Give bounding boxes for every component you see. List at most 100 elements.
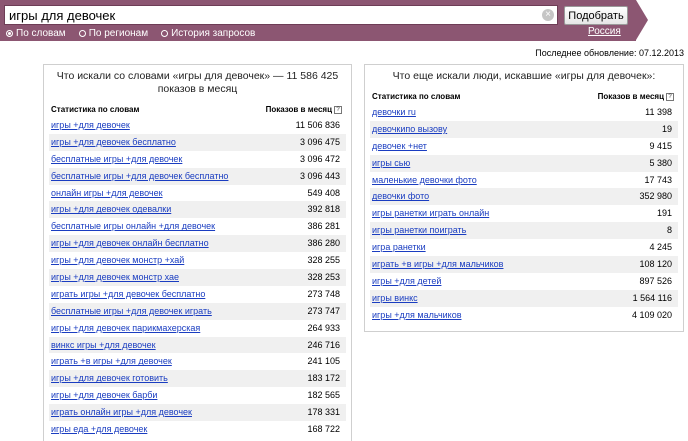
keyword-link[interactable]: девочки фото: [372, 191, 429, 201]
mode-by-regions[interactable]: По регионам: [78, 27, 149, 39]
shows-count: 386 281: [307, 221, 340, 232]
table-row: девочек +нет 9 415: [370, 138, 678, 155]
keyword-link[interactable]: винкс игры +для девочек: [51, 340, 156, 350]
table-row: маленькие девочки фото 17 743: [370, 172, 678, 189]
keyword-link[interactable]: девочкипо вызову: [372, 124, 447, 134]
keyword-link[interactable]: игры +для девочек монстр +хай: [51, 255, 184, 265]
mode-history[interactable]: История запросов: [161, 28, 255, 39]
mode-by-words[interactable]: По словам: [6, 28, 66, 39]
left-col-keyword: Статистика по словам: [51, 105, 140, 114]
shows-count: 191: [656, 208, 672, 219]
right-col-shows: Показов в месяц ?: [598, 92, 674, 101]
keyword-link[interactable]: маленькие девочки фото: [372, 175, 477, 185]
table-row: играть игры +для девочек бесплатно 273 74…: [49, 286, 346, 303]
table-row: игры сью 5 380: [370, 154, 678, 172]
table-row: игры ранетки играть онлайн 191: [370, 205, 678, 222]
keyword-link[interactable]: игры +для девочек барби: [51, 390, 157, 400]
search-input[interactable]: [5, 6, 541, 24]
table-row: винкс игры +для девочек 246 716: [49, 336, 346, 354]
left-col-shows-label: Показов в месяц: [265, 105, 332, 114]
table-row: игры +для девочек онлайн бесплатно 386 28…: [49, 235, 346, 253]
region-link[interactable]: Россия: [588, 26, 621, 37]
table-row: бесплатные игры онлайн +для девочек 386 2…: [49, 218, 346, 235]
keyword-link[interactable]: игры +для девочек онлайн бесплатно: [51, 238, 209, 248]
table-row: игра ранетки 4 245: [370, 239, 678, 256]
submit-button[interactable]: Подобрать: [564, 6, 628, 25]
table-row: бесплатные игры +для девочек бесплатно 3 …: [49, 167, 346, 185]
keyword-link[interactable]: игры +для девочек готовить: [51, 373, 168, 383]
left-table-header: Статистика по словам Показов в месяц ?: [49, 101, 346, 117]
search-box: ×: [4, 5, 558, 25]
keyword-link[interactable]: бесплатные игры онлайн +для девочек: [51, 221, 215, 231]
table-row: игры +для девочек одевалки 392 818: [49, 201, 346, 219]
shows-count: 264 933: [307, 322, 340, 333]
table-row: игры винкс 1 564 116: [370, 289, 678, 307]
right-table-body: девочки ru 11 398 девочкипо вызову 19 девоче…: [365, 104, 683, 324]
shows-count: 3 096 472: [299, 153, 340, 164]
table-row: игры ранетки поиграть 8: [370, 222, 678, 240]
shows-count: 17 743: [644, 174, 672, 185]
keyword-link[interactable]: онлайн игры +для девочек: [51, 188, 163, 198]
table-row: девочки ru 11 398: [370, 104, 678, 121]
keyword-link[interactable]: играть +в игры +для девочек: [51, 356, 172, 366]
shows-count: 328 253: [307, 272, 340, 283]
shows-count: 4 245: [649, 242, 672, 253]
clear-icon[interactable]: ×: [542, 9, 554, 21]
shows-count: 3 096 443: [299, 170, 340, 181]
last-updated: Последнее обновление: 07.12.2013: [535, 48, 684, 58]
right-col-shows-label: Показов в месяц: [597, 92, 664, 101]
shows-count: 108 120: [639, 259, 672, 270]
keyword-link[interactable]: игры +для девочек: [51, 120, 130, 130]
keyword-link[interactable]: девочки ru: [372, 107, 416, 117]
keyword-link[interactable]: бесплатные игры +для девочек играть: [51, 306, 212, 316]
shows-count: 273 748: [307, 288, 340, 299]
shows-count: 352 980: [639, 191, 672, 202]
shows-count: 11 506 836: [295, 120, 340, 130]
keyword-link[interactable]: игры сью: [372, 158, 410, 168]
radio-by-regions[interactable]: [78, 29, 86, 37]
radio-history[interactable]: [161, 29, 169, 37]
keyword-link[interactable]: бесплатные игры +для девочек бесплатно: [51, 171, 228, 181]
keyword-link[interactable]: игры +для девочек парикмахерская: [51, 323, 200, 333]
table-row: игры +для девочек бесплатно 3 096 475: [49, 133, 346, 151]
keyword-link[interactable]: играть +в игры +для мальчиков: [372, 259, 503, 269]
keyword-link[interactable]: игры еда +для девочек: [51, 424, 147, 434]
shows-count: 392 818: [307, 204, 340, 215]
shows-count: 4 109 020: [631, 309, 672, 320]
table-row: играть +в игры +для девочек 241 105: [49, 353, 346, 370]
right-panel-title: Что еще искали люди, искавшие «игры для …: [392, 70, 656, 82]
shows-count: 11 398: [645, 107, 672, 117]
keyword-link[interactable]: девочек +нет: [372, 141, 427, 151]
left-table-body: игры +для девочек 11 506 836 игры +для дев…: [44, 117, 351, 438]
keyword-link[interactable]: игры +для девочек одевалки: [51, 204, 171, 214]
radio-by-words[interactable]: [6, 29, 13, 37]
keyword-link[interactable]: игры ранетки поиграть: [372, 225, 466, 235]
keyword-link[interactable]: игра ранетки: [372, 242, 426, 252]
help-icon[interactable]: ?: [334, 105, 342, 114]
shows-count: 8: [666, 225, 672, 236]
header-arrow: [636, 0, 648, 40]
table-row: бесплатные игры +для девочек играть 273 7…: [49, 302, 346, 320]
keyword-link[interactable]: играть игры +для девочек бесплатно: [51, 289, 205, 299]
mode-by-regions-label: По регионам: [88, 27, 149, 39]
keyword-link[interactable]: игры +для детей: [372, 276, 441, 286]
table-row: онлайн игры +для девочек 549 408: [49, 185, 346, 202]
left-panel-title-line2: показов в месяц: [157, 83, 238, 95]
keyword-link[interactable]: играть онлайн игры +для девочек: [51, 407, 192, 417]
keyword-link[interactable]: игры +для мальчиков: [372, 310, 462, 320]
keyword-link[interactable]: игры +для девочек монстр хае: [51, 272, 179, 282]
help-icon[interactable]: ?: [666, 92, 674, 101]
shows-count: 1 564 116: [632, 292, 672, 303]
keyword-link[interactable]: игры винкс: [372, 293, 418, 303]
table-row: бесплатные игры +для девочек 3 096 472: [49, 151, 346, 168]
shows-count: 3 096 475: [299, 136, 340, 147]
table-row: игры +для девочек готовить 183 172: [49, 370, 346, 388]
shows-count: 246 716: [307, 339, 340, 350]
keyword-link[interactable]: игры ранетки играть онлайн: [372, 208, 489, 218]
shows-count: 9 415: [649, 140, 672, 151]
shows-count: 183 172: [307, 373, 340, 384]
right-table-header: Статистика по словам Показов в месяц ?: [370, 88, 678, 104]
keyword-link[interactable]: бесплатные игры +для девочек: [51, 154, 182, 164]
keyword-link[interactable]: игры +для девочек бесплатно: [51, 137, 176, 147]
left-panel: Что искали со словами «игры для девочек»…: [43, 64, 352, 441]
